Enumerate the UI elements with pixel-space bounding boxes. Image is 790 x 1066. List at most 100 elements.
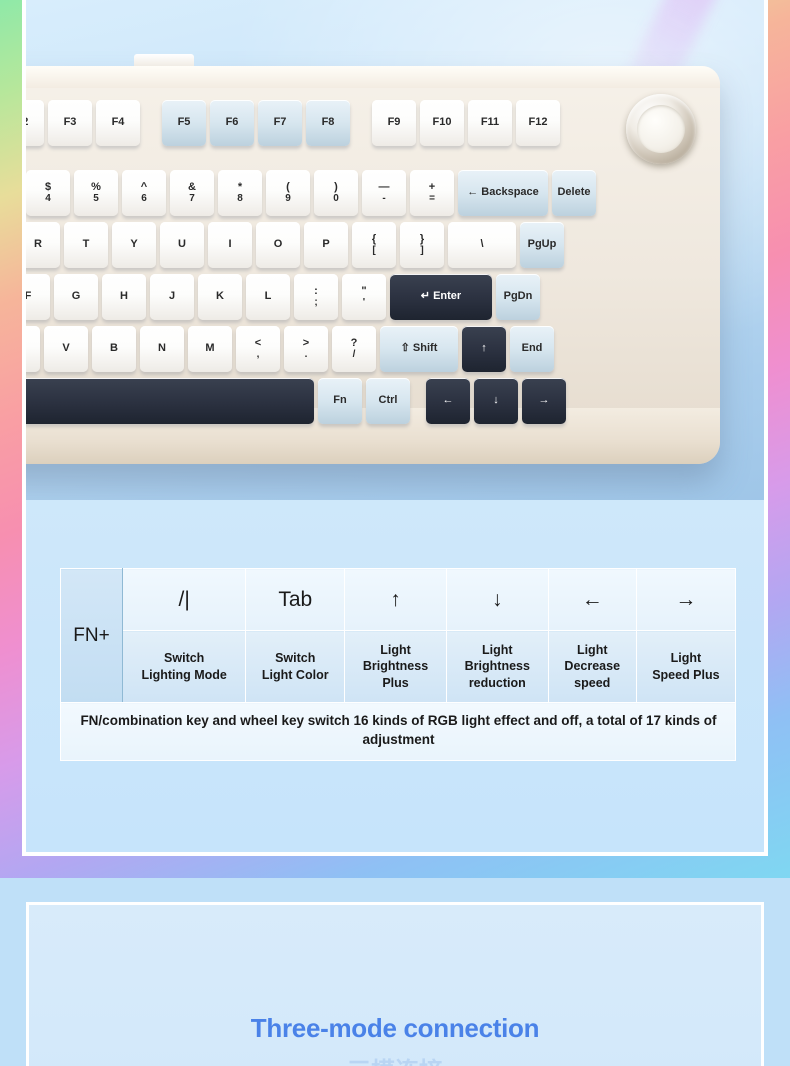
key-m[interactable]: M bbox=[188, 326, 232, 372]
keyboard-row-modifiers: Fn Ctrl ← ↓ → bbox=[26, 378, 566, 424]
key-f6[interactable]: F6 bbox=[210, 100, 254, 146]
keycap-top-label: $ bbox=[44, 180, 52, 193]
product-photo: F2 F3 F4 F5 F6 F7 F8 F9 F10 F11 F12 bbox=[26, 0, 764, 500]
key-j[interactable]: J bbox=[150, 274, 194, 320]
key-right-shift[interactable]: ⇧ Shift bbox=[380, 326, 458, 372]
key-f12[interactable]: F12 bbox=[516, 100, 560, 146]
rotary-knob[interactable] bbox=[626, 94, 696, 164]
key-spacebar[interactable] bbox=[26, 378, 314, 424]
key-pgdn[interactable]: PgDn bbox=[496, 274, 540, 320]
key-bracket-right[interactable]: }] bbox=[400, 222, 444, 268]
keycap-label: ↓ bbox=[493, 394, 499, 407]
key-equal[interactable]: + = bbox=[410, 170, 454, 216]
keycap-label: → bbox=[538, 394, 550, 407]
key-ctrl[interactable]: Ctrl bbox=[366, 378, 410, 424]
key-r[interactable]: R bbox=[26, 222, 60, 268]
key-c[interactable]: C bbox=[26, 326, 40, 372]
desc-line: Light bbox=[380, 642, 411, 657]
desc-line: Light bbox=[670, 651, 702, 665]
key-4[interactable]: $4 bbox=[26, 170, 70, 216]
key-comma[interactable]: <, bbox=[236, 326, 280, 372]
keyboard-row-home: D F G H J K L :; "' ↵ Enter PgDn bbox=[26, 274, 540, 320]
key-arrow-left[interactable]: ← bbox=[426, 378, 470, 424]
shortcut-symbol-tab: Tab bbox=[245, 568, 346, 631]
table-row-descriptions: Switch Lighting Mode Switch Light Color … bbox=[61, 630, 737, 703]
keycap-label: = bbox=[429, 192, 435, 204]
keycap-label: L bbox=[264, 290, 272, 303]
table-row-note: FN/combination key and wheel key switch … bbox=[60, 701, 736, 762]
key-period[interactable]: >. bbox=[284, 326, 328, 372]
keycap-label: / bbox=[352, 348, 356, 360]
key-enter[interactable]: ↵ Enter bbox=[390, 274, 492, 320]
shortcut-symbol-arrow-down: ↓ bbox=[445, 568, 549, 631]
keycap-label: B bbox=[110, 342, 118, 355]
three-mode-subtitle: 三模连接 bbox=[29, 1051, 761, 1066]
key-l[interactable]: L bbox=[246, 274, 290, 320]
key-0[interactable]: ) 0 bbox=[314, 170, 358, 216]
key-i[interactable]: I bbox=[208, 222, 252, 268]
keycap-label: N bbox=[158, 342, 166, 355]
keycap-label: End bbox=[521, 342, 543, 355]
key-p[interactable]: P bbox=[304, 222, 348, 268]
key-quote[interactable]: " ' bbox=[342, 274, 386, 320]
key-minus[interactable]: — - bbox=[362, 170, 406, 216]
key-b[interactable]: B bbox=[92, 326, 136, 372]
key-6[interactable]: ^ 6 bbox=[122, 170, 166, 216]
key-bracket-left[interactable]: {[ bbox=[352, 222, 396, 268]
key-v[interactable]: V bbox=[44, 326, 88, 372]
key-semicolon[interactable]: :; bbox=[294, 274, 338, 320]
key-arrow-right[interactable]: → bbox=[522, 378, 566, 424]
keycap-label: - bbox=[382, 192, 386, 204]
key-delete[interactable]: Delete bbox=[552, 170, 596, 216]
key-u[interactable]: U bbox=[160, 222, 204, 268]
keycap-label: . bbox=[304, 348, 308, 360]
key-f[interactable]: F bbox=[26, 274, 50, 320]
keycap-label: 7 bbox=[189, 192, 195, 204]
key-fn[interactable]: Fn bbox=[318, 378, 362, 424]
table-row-symbols: FN+ /| Tab ↑ ↓ ← → bbox=[60, 568, 737, 703]
key-end[interactable]: End bbox=[510, 326, 554, 372]
keycap-label: \ bbox=[480, 238, 484, 251]
key-f11[interactable]: F11 bbox=[468, 100, 512, 146]
key-h[interactable]: H bbox=[102, 274, 146, 320]
key-backslash[interactable]: \ bbox=[448, 222, 516, 268]
keyboard-row-qwerty: E R T Y U I O P {[ }] \ PgUp bbox=[26, 222, 564, 268]
keycap-top-label: " bbox=[361, 284, 367, 297]
key-f5[interactable]: F5 bbox=[162, 100, 206, 146]
key-g[interactable]: G bbox=[54, 274, 98, 320]
key-f2[interactable]: F2 bbox=[26, 100, 44, 146]
keycap-label: F5 bbox=[177, 116, 191, 129]
keycap-label: 5 bbox=[93, 192, 99, 204]
key-o[interactable]: O bbox=[256, 222, 300, 268]
keycap-top-label: ? bbox=[350, 336, 358, 349]
desc-line: Lighting Mode bbox=[141, 667, 227, 682]
key-f3[interactable]: F3 bbox=[48, 100, 92, 146]
keycap-label: 6 bbox=[141, 192, 147, 204]
key-f7[interactable]: F7 bbox=[258, 100, 302, 146]
key-y[interactable]: Y bbox=[112, 222, 156, 268]
key-f10[interactable]: F10 bbox=[420, 100, 464, 146]
key-f9[interactable]: F9 bbox=[372, 100, 416, 146]
key-pgup[interactable]: PgUp bbox=[520, 222, 564, 268]
key-backspace[interactable]: ← Backspace bbox=[458, 170, 548, 216]
key-7[interactable]: & 7 bbox=[170, 170, 214, 216]
key-arrow-down[interactable]: ↓ bbox=[474, 378, 518, 424]
keycap-label: ↑ bbox=[481, 342, 487, 355]
key-k[interactable]: K bbox=[198, 274, 242, 320]
keycap-top-label: ^ bbox=[140, 180, 148, 193]
key-slash[interactable]: ? / bbox=[332, 326, 376, 372]
key-9[interactable]: (9 bbox=[266, 170, 310, 216]
key-n[interactable]: N bbox=[140, 326, 184, 372]
keycap-label: J bbox=[168, 290, 176, 303]
key-8[interactable]: * 8 bbox=[218, 170, 262, 216]
shortcut-symbol-backslash: /| bbox=[121, 568, 247, 631]
key-arrow-up[interactable]: ↑ bbox=[462, 326, 506, 372]
keycap-label: R bbox=[34, 238, 42, 251]
key-f4[interactable]: F4 bbox=[96, 100, 140, 146]
key-f8[interactable]: F8 bbox=[306, 100, 350, 146]
key-t[interactable]: T bbox=[64, 222, 108, 268]
keycap-top-label: { bbox=[371, 232, 377, 245]
key-5[interactable]: % 5 bbox=[74, 170, 118, 216]
desc-line: reduction bbox=[468, 675, 526, 690]
shortcut-desc-lighting-mode: Switch Lighting Mode bbox=[121, 630, 247, 703]
